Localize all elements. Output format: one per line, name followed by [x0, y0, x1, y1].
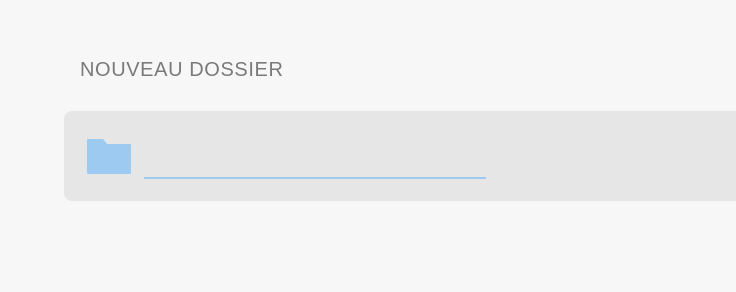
folder-name-row — [64, 111, 736, 201]
new-folder-panel: NOUVEAU DOSSIER — [0, 0, 736, 292]
section-title: NOUVEAU DOSSIER — [80, 59, 284, 81]
folder-name-input[interactable] — [144, 139, 486, 179]
folder-icon — [86, 135, 132, 175]
